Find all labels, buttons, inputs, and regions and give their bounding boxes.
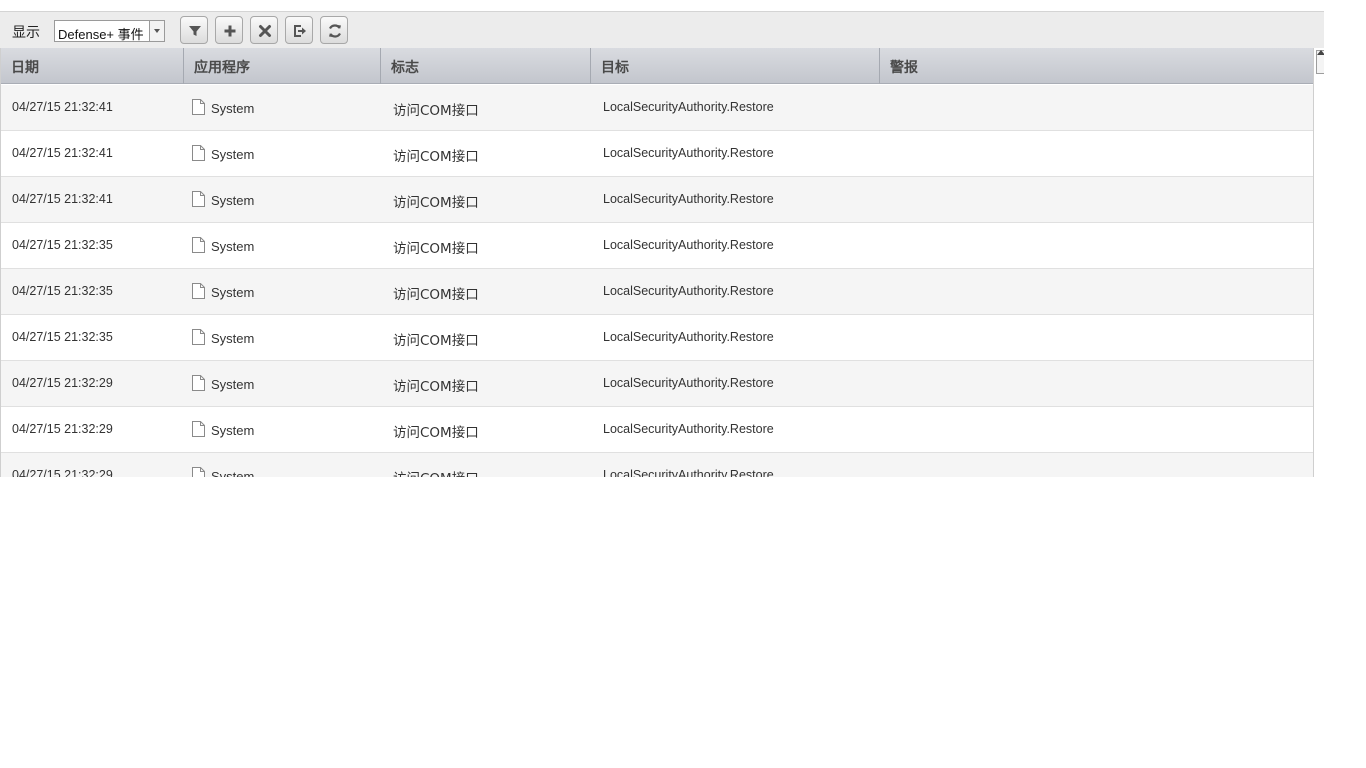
column-header-flag[interactable]: 标志 <box>381 48 591 84</box>
application-name: System <box>211 147 255 162</box>
cell-application: System <box>192 191 254 208</box>
cell-target: LocalSecurityAuthority.Restore <box>603 284 774 298</box>
refresh-icon <box>329 24 341 38</box>
table-row[interactable]: 04/27/15 21:32:41 System 访问COM接口 LocalSe… <box>1 85 1313 131</box>
cell-flag: 访问COM接口 <box>393 333 479 349</box>
cell-date: 04/27/15 21:32:35 <box>12 284 113 298</box>
file-icon <box>192 375 205 391</box>
table-row[interactable]: 04/27/15 21:32:29 System 访问COM接口 LocalSe… <box>1 361 1313 407</box>
filter-icon <box>189 26 201 36</box>
cell-flag: 访问COM接口 <box>393 103 479 119</box>
cell-application: System <box>192 329 254 346</box>
cell-flag: 访问COM接口 <box>393 425 479 441</box>
add-button[interactable] <box>215 16 243 44</box>
application-name: System <box>211 423 255 438</box>
refresh-button[interactable] <box>320 16 348 44</box>
cell-date: 04/27/15 21:32:29 <box>12 468 113 477</box>
vertical-scrollbar[interactable] <box>1313 48 1324 477</box>
cell-flag: 访问COM接口 <box>393 195 479 211</box>
file-icon <box>192 467 205 477</box>
events-table: 日期 应用程序 标志 目标 警报 04/27/15 21:32:41 Syste… <box>0 48 1313 477</box>
table-row[interactable]: 04/27/15 21:32:41 System 访问COM接口 LocalSe… <box>1 131 1313 177</box>
application-name: System <box>211 239 255 254</box>
file-icon <box>192 283 205 299</box>
cell-target: LocalSecurityAuthority.Restore <box>603 146 774 160</box>
cell-date: 04/27/15 21:32:35 <box>12 330 113 344</box>
file-icon <box>192 237 205 253</box>
export-button[interactable] <box>285 16 313 44</box>
cell-application: System <box>192 237 254 254</box>
file-icon <box>192 99 205 115</box>
column-header-target[interactable]: 目标 <box>591 48 880 84</box>
cell-target: LocalSecurityAuthority.Restore <box>603 192 774 206</box>
cell-date: 04/27/15 21:32:41 <box>12 192 113 206</box>
chevron-down-icon[interactable] <box>149 21 164 41</box>
cell-application: System <box>192 283 254 300</box>
close-icon <box>259 25 271 37</box>
cell-target: LocalSecurityAuthority.Restore <box>603 376 774 390</box>
cell-target: LocalSecurityAuthority.Restore <box>603 468 774 477</box>
application-name: System <box>211 377 255 392</box>
cell-application: System <box>192 375 254 392</box>
show-label: 显示 <box>12 25 40 41</box>
table-row[interactable]: 04/27/15 21:32:29 System 访问COM接口 LocalSe… <box>1 453 1313 477</box>
file-icon <box>192 145 205 161</box>
table-header: 日期 应用程序 标志 目标 警报 <box>1 48 1313 84</box>
toolbar: 显示 Defense+ 事件 <box>0 11 1324 48</box>
application-name: System <box>211 101 255 116</box>
cell-application: System <box>192 99 254 116</box>
table-body: 04/27/15 21:32:41 System 访问COM接口 LocalSe… <box>1 85 1313 477</box>
defense-events-panel: 显示 Defense+ 事件 日期 应用程序 标志 目标 警报 04/27/15… <box>0 11 1324 477</box>
application-name: System <box>211 469 255 477</box>
cell-target: LocalSecurityAuthority.Restore <box>603 100 774 114</box>
file-icon <box>192 191 205 207</box>
table-row[interactable]: 04/27/15 21:32:35 System 访问COM接口 LocalSe… <box>1 315 1313 361</box>
delete-button[interactable] <box>250 16 278 44</box>
cell-flag: 访问COM接口 <box>393 379 479 395</box>
cell-target: LocalSecurityAuthority.Restore <box>603 238 774 252</box>
cell-date: 04/27/15 21:32:35 <box>12 238 113 252</box>
cell-application: System <box>192 421 254 438</box>
table-row[interactable]: 04/27/15 21:32:35 System 访问COM接口 LocalSe… <box>1 269 1313 315</box>
cell-flag: 访问COM接口 <box>393 467 479 477</box>
application-name: System <box>211 193 255 208</box>
event-type-select[interactable]: Defense+ 事件 <box>54 20 165 42</box>
file-icon <box>192 329 205 345</box>
filter-button[interactable] <box>180 16 208 44</box>
table-row[interactable]: 04/27/15 21:32:29 System 访问COM接口 LocalSe… <box>1 407 1313 453</box>
application-name: System <box>211 285 255 300</box>
cell-flag: 访问COM接口 <box>393 241 479 257</box>
plus-icon <box>224 25 236 37</box>
cell-date: 04/27/15 21:32:41 <box>12 146 113 160</box>
event-type-select-value: Defense+ 事件 <box>58 27 144 42</box>
export-icon <box>294 25 306 37</box>
column-header-alert[interactable]: 警报 <box>880 48 1313 84</box>
column-header-date[interactable]: 日期 <box>1 48 184 84</box>
scroll-up-icon[interactable] <box>1317 50 1324 55</box>
cell-date: 04/27/15 21:32:29 <box>12 422 113 436</box>
application-name: System <box>211 331 255 346</box>
cell-date: 04/27/15 21:32:29 <box>12 376 113 390</box>
cell-flag: 访问COM接口 <box>393 149 479 165</box>
cell-target: LocalSecurityAuthority.Restore <box>603 422 774 436</box>
cell-date: 04/27/15 21:32:41 <box>12 100 113 114</box>
cell-flag: 访问COM接口 <box>393 287 479 303</box>
table-row[interactable]: 04/27/15 21:32:41 System 访问COM接口 LocalSe… <box>1 177 1313 223</box>
cell-application: System <box>192 467 254 477</box>
table-row[interactable]: 04/27/15 21:32:35 System 访问COM接口 LocalSe… <box>1 223 1313 269</box>
column-header-application[interactable]: 应用程序 <box>184 48 381 84</box>
cell-application: System <box>192 145 254 162</box>
cell-target: LocalSecurityAuthority.Restore <box>603 330 774 344</box>
file-icon <box>192 421 205 437</box>
